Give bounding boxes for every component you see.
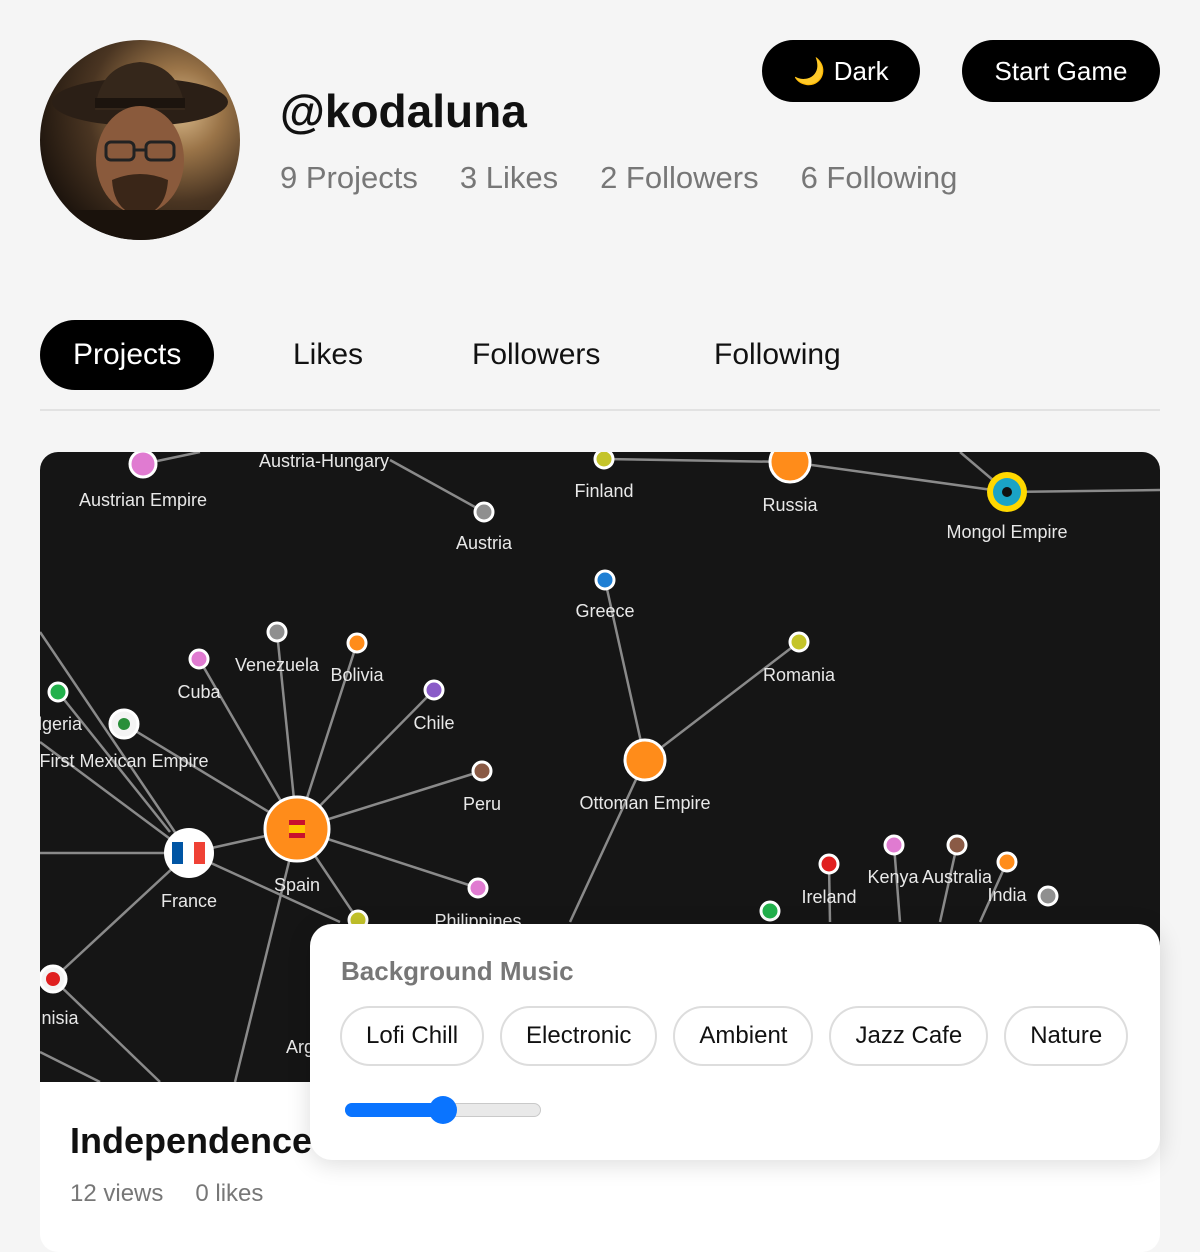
volume-slider[interactable] bbox=[345, 1096, 541, 1124]
music-option-ambient[interactable]: Ambient bbox=[673, 1006, 814, 1066]
node-label: France bbox=[161, 891, 217, 911]
node-label: Mongol Empire bbox=[946, 522, 1067, 542]
node-label: Spain bbox=[274, 875, 320, 895]
node-label: Bolivia bbox=[330, 665, 384, 685]
music-panel-title: Background Music bbox=[341, 956, 574, 986]
node-label: Venezuela bbox=[235, 655, 320, 675]
music-options: Lofi Chill Electronic Ambient Jazz Cafe … bbox=[340, 1006, 1129, 1066]
following-count[interactable]: 6 Following bbox=[801, 160, 958, 196]
project-title[interactable]: Independence bbox=[70, 1120, 312, 1162]
volume-slider-thumb[interactable] bbox=[429, 1096, 457, 1124]
node-label: Romania bbox=[763, 665, 836, 685]
tab-followers[interactable]: Followers bbox=[472, 320, 600, 390]
node-label: Ottoman Empire bbox=[579, 793, 710, 813]
projects-count[interactable]: 9 Projects bbox=[280, 160, 418, 196]
profile-tabs: Projects Likes Followers Following bbox=[40, 320, 1160, 390]
node-label: Russia bbox=[762, 495, 818, 515]
profile-stats: 9 Projects 3 Likes 2 Followers 6 Followi… bbox=[280, 160, 957, 196]
avatar[interactable] bbox=[40, 40, 240, 240]
node-label: Greece bbox=[575, 601, 634, 621]
dark-mode-label: Dark bbox=[833, 55, 889, 86]
node-label: Austria-Hungary bbox=[259, 452, 389, 471]
node-label: nisia bbox=[41, 1008, 79, 1028]
node-label: Finland bbox=[574, 481, 633, 501]
start-game-button[interactable]: Start Game bbox=[962, 40, 1160, 102]
music-option-nature[interactable]: Nature bbox=[1004, 1006, 1129, 1066]
project-meta: 12 views 0 likes bbox=[70, 1180, 263, 1208]
likes-count: 0 likes bbox=[195, 1180, 264, 1207]
music-option-lofi-chill[interactable]: Lofi Chill bbox=[340, 1006, 485, 1066]
node-label: Kenya bbox=[867, 867, 919, 887]
background-music-panel: Background Music Lofi Chill Electronic A… bbox=[310, 924, 1160, 1160]
node-label: India bbox=[987, 885, 1027, 905]
tab-following[interactable]: Following bbox=[714, 320, 841, 390]
node-label: Australia bbox=[922, 867, 993, 887]
username: @kodaluna bbox=[280, 85, 527, 137]
tab-likes[interactable]: Likes bbox=[293, 320, 363, 390]
node-label: Chile bbox=[413, 713, 454, 733]
dark-mode-button[interactable]: 🌙 Dark bbox=[762, 40, 920, 102]
avatar-portrait bbox=[40, 62, 240, 240]
likes-count[interactable]: 3 Likes bbox=[460, 160, 558, 196]
node-label: Ireland bbox=[801, 887, 856, 907]
node-label: Peru bbox=[463, 794, 501, 814]
tab-projects[interactable]: Projects bbox=[40, 320, 215, 390]
tabs-divider bbox=[40, 409, 1160, 411]
music-option-electronic[interactable]: Electronic bbox=[500, 1006, 658, 1066]
followers-count[interactable]: 2 Followers bbox=[600, 160, 759, 196]
node-label: lgeria bbox=[40, 714, 83, 734]
node-label: Austrian Empire bbox=[79, 490, 207, 510]
node-label: Cuba bbox=[177, 682, 221, 702]
music-option-jazz-cafe[interactable]: Jazz Cafe bbox=[829, 1006, 989, 1066]
moon-icon: 🌙 bbox=[793, 55, 826, 86]
node-label: First Mexican Empire bbox=[40, 751, 209, 771]
node-label: Austria bbox=[456, 533, 513, 553]
views-count: 12 views bbox=[70, 1180, 164, 1207]
graph-nodes bbox=[40, 452, 1059, 994]
